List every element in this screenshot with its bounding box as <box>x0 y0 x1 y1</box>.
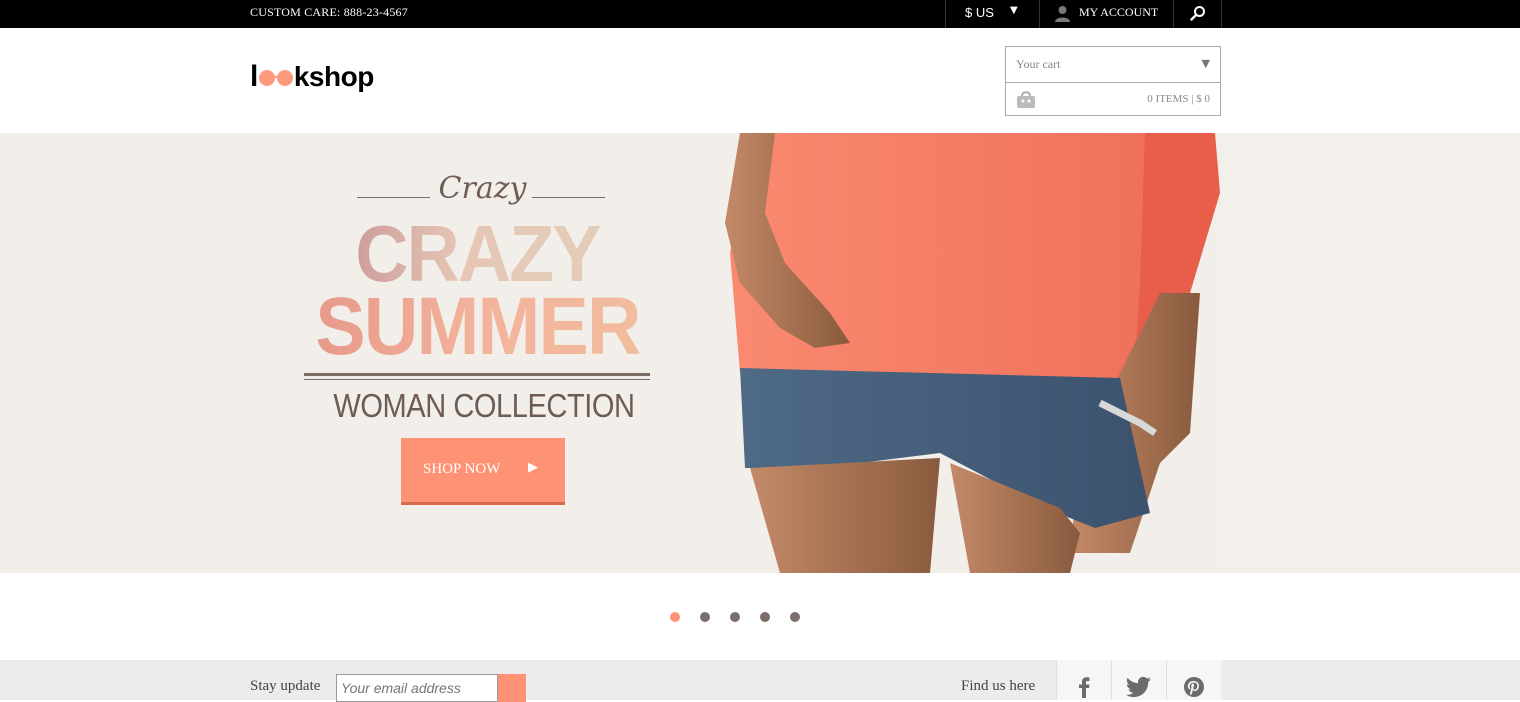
currency-value: $ US <box>965 5 994 20</box>
subscribe-button[interactable] <box>498 674 526 702</box>
find-us-label: Find us here <box>961 678 1036 694</box>
slider-dot-2[interactable] <box>700 612 710 622</box>
caret-down-icon: ▼ <box>1201 57 1210 70</box>
shop-now-label: SHOP NOW <box>423 461 501 477</box>
search-button[interactable] <box>1173 0 1222 28</box>
user-icon <box>1055 6 1070 22</box>
slider-dot-5[interactable] <box>790 612 800 622</box>
divider <box>304 373 650 376</box>
email-input[interactable] <box>336 674 498 702</box>
slider-dot-3[interactable] <box>730 612 740 622</box>
search-icon <box>1190 6 1205 21</box>
my-account-label: MY ACCOUNT <box>1079 5 1159 19</box>
shop-now-button[interactable]: SHOP NOW ▶ <box>401 438 565 505</box>
divider-left <box>357 197 430 198</box>
play-icon: ▶ <box>528 460 538 475</box>
cart-placeholder: Your cart <box>1016 57 1061 71</box>
logo[interactable]: l kshop <box>250 60 374 94</box>
divider-right <box>532 197 605 198</box>
cart-summary: 0 ITEMS | $ 0 <box>1147 93 1210 105</box>
slider-dot-4[interactable] <box>760 612 770 622</box>
hero-background-edge <box>1220 133 1520 573</box>
divider <box>304 379 650 380</box>
stay-update-label: Stay update <box>250 678 321 694</box>
facebook-link[interactable] <box>1056 660 1111 700</box>
cart-dropdown[interactable]: Your cart ▼ <box>1006 47 1220 83</box>
slider-dot-1[interactable] <box>670 612 680 622</box>
cart-widget[interactable]: Your cart ▼ 0 ITEMS | $ 0 <box>1005 46 1221 116</box>
hero-banner: Crazy CRAZY SUMMER WOMAN COLLECTION SHOP… <box>0 133 1520 573</box>
hero-script-heading: Crazy <box>357 171 605 211</box>
top-bar: CUSTOM CARE: 888-23-4567 $ US ▼ MY ACCOU… <box>0 0 1520 28</box>
logo-text: kshop <box>293 61 374 92</box>
my-account-link[interactable]: MY ACCOUNT <box>1039 0 1173 28</box>
twitter-icon <box>1126 676 1151 698</box>
hero-subtitle: WOMAN COLLECTION <box>333 387 635 424</box>
sunglasses-logo-icon <box>258 70 293 86</box>
custom-care-text: CUSTOM CARE: 888-23-4567 <box>250 5 408 19</box>
pinterest-icon <box>1184 677 1204 697</box>
facebook-icon <box>1079 677 1090 698</box>
pinterest-link[interactable] <box>1166 660 1221 700</box>
model-photo <box>725 133 1220 573</box>
twitter-link[interactable] <box>1111 660 1166 700</box>
hero-headline-line2: SUMMER <box>315 281 641 372</box>
newsletter-bar: Stay update Find us here <box>0 660 1520 702</box>
hero-script-word: Crazy <box>438 171 527 206</box>
shopping-bag-icon <box>1017 91 1035 108</box>
caret-down-icon: ▼ <box>1010 5 1018 16</box>
currency-selector[interactable]: $ US ▼ <box>945 0 1039 28</box>
